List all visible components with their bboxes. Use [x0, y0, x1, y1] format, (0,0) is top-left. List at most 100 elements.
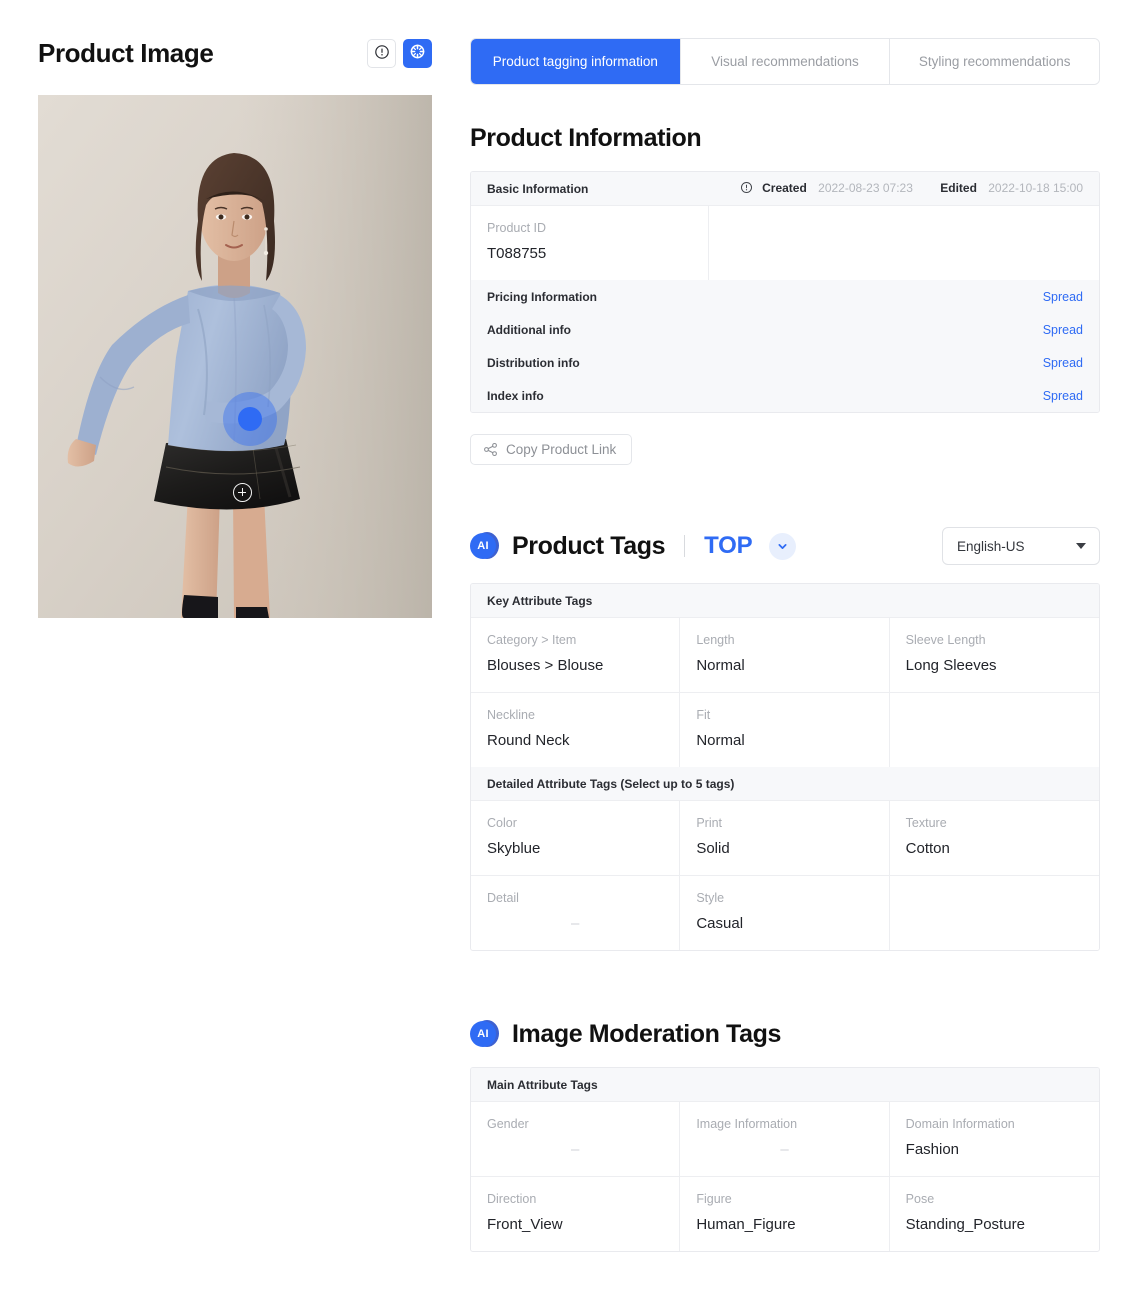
moderation-cell-direction[interactable]: Direction Front_View [471, 1176, 681, 1251]
language-select-wrapper: English-US [942, 527, 1100, 565]
pricing-information-band[interactable]: Pricing Information Spread [471, 280, 1099, 313]
copy-product-link-button[interactable]: Copy Product Link [470, 434, 633, 465]
tag-label: Sleeve Length [905, 633, 986, 647]
tag-cell-empty [889, 692, 1099, 767]
product-image-viewer[interactable] [38, 95, 432, 618]
ai-badge-label: AI [470, 532, 496, 559]
tag-label: Figure [696, 1192, 732, 1206]
tag-value: Cotton [905, 839, 950, 857]
language-select-value: English-US [957, 538, 1025, 554]
moderation-cell-pose[interactable]: Pose Standing_Posture [889, 1176, 1099, 1251]
tab-styling-recommendations[interactable]: Styling recommendations [890, 39, 1099, 84]
distribution-info-spread-link[interactable]: Spread [1043, 356, 1083, 370]
ai-badge-icon: AI [470, 1020, 499, 1049]
add-tag-point[interactable] [233, 483, 252, 502]
index-info-spread-link[interactable]: Spread [1043, 389, 1083, 403]
heading-divider [684, 535, 686, 557]
additional-info-spread-link[interactable]: Spread [1043, 323, 1083, 337]
tag-label: Fit [696, 708, 711, 722]
pricing-information-label: Pricing Information [487, 289, 598, 304]
additional-info-band[interactable]: Additional info Spread [471, 313, 1099, 346]
chevron-down-icon [776, 540, 789, 553]
basic-information-band: Basic Information Created 2022-08-23 07:… [471, 172, 1099, 205]
moderation-cell-domain-information[interactable]: Domain Information Fashion [889, 1101, 1099, 1176]
tag-value: Front_View [487, 1215, 563, 1233]
image-moderation-heading-row: AI Image Moderation Tags [470, 1020, 1100, 1049]
tag-cell-length[interactable]: Length Normal [680, 617, 890, 692]
distribution-info-band[interactable]: Distribution info Spread [471, 346, 1099, 379]
product-id-value: T088755 [487, 244, 547, 262]
created-label: Created [762, 180, 807, 195]
tag-label: Pose [905, 1192, 935, 1206]
key-attribute-tags-label: Key Attribute Tags [487, 593, 593, 608]
language-select[interactable]: English-US [942, 527, 1100, 565]
key-attribute-tags-band: Key Attribute Tags [471, 584, 1099, 617]
tag-value: Blouses > Blouse [487, 656, 604, 674]
top-toggle-button[interactable] [769, 532, 797, 560]
index-info-band[interactable]: Index info Spread [471, 379, 1099, 412]
tag-cell-sleeve-length[interactable]: Sleeve Length Long Sleeves [889, 617, 1099, 692]
pricing-information-spread-link[interactable]: Spread [1043, 290, 1083, 304]
product-id-label: Product ID [487, 221, 547, 235]
tag-cell-texture[interactable]: Texture Cotton [889, 800, 1099, 875]
tag-cell-category-item[interactable]: Category > Item Blouses > Blouse [471, 617, 681, 692]
tag-cell-neckline[interactable]: Neckline Round Neck [471, 692, 681, 767]
table-row: Neckline Round Neck Fit Normal [471, 692, 1099, 767]
caret-down-icon [1076, 543, 1086, 549]
tab-visual-recommendations[interactable]: Visual recommendations [680, 39, 891, 84]
product-tags-top-label: TOP [704, 532, 753, 559]
tag-label: Gender [487, 1117, 529, 1131]
product-image-panel: Product Image [38, 30, 432, 618]
tag-cell-print[interactable]: Print Solid [680, 800, 890, 875]
tag-label: Neckline [487, 708, 535, 722]
table-row: Product ID T088755 [471, 205, 1099, 280]
moderation-cell-image-information[interactable]: Image Information – [680, 1101, 890, 1176]
page-title: Product Image [38, 37, 214, 68]
tag-value: Solid [696, 839, 730, 857]
tag-value: Skyblue [487, 839, 541, 857]
product-information-heading: Product Information [470, 124, 702, 152]
main-attribute-tags-band: Main Attribute Tags [471, 1068, 1099, 1101]
created-value: 2022-08-23 07:23 [818, 180, 913, 195]
tag-value: Standing_Posture [905, 1215, 1025, 1233]
tag-label: Category > Item [487, 633, 577, 647]
tag-label: Direction [487, 1192, 537, 1206]
tag-cell-detail[interactable]: Detail – [471, 875, 681, 950]
tag-label: Style [696, 891, 725, 905]
info-circle-icon [740, 181, 753, 197]
tab-bar: Product tagging information Visual recom… [470, 38, 1100, 85]
basic-information-meta: Created 2022-08-23 07:23 Edited 2022-10-… [709, 172, 1099, 205]
moderation-cell-gender[interactable]: Gender – [471, 1101, 681, 1176]
tag-cell-color[interactable]: Color Skyblue [471, 800, 681, 875]
tag-value: Casual [696, 914, 744, 932]
empty-cell [709, 205, 1099, 280]
distribution-info-label: Distribution info [487, 355, 580, 370]
tag-value: Normal [696, 731, 745, 749]
ai-badge-label: AI [470, 1021, 496, 1047]
product-tags-heading-row: AI Product Tags TOP English-US [470, 527, 1100, 565]
table-row: Category > Item Blouses > Blouse Length … [471, 617, 1099, 692]
tag-value: Long Sleeves [905, 656, 997, 674]
product-id-cell[interactable]: Product ID T088755 [471, 205, 710, 280]
tag-point-button[interactable] [403, 38, 432, 68]
tag-cell-style[interactable]: Style Casual [680, 875, 890, 950]
alert-info-button[interactable] [367, 38, 396, 68]
tag-hotspot[interactable] [223, 392, 277, 446]
tag-cell-empty [889, 875, 1099, 950]
additional-info-label: Additional info [487, 322, 571, 337]
tag-value: – [570, 1140, 580, 1158]
tag-cell-fit[interactable]: Fit Normal [680, 692, 890, 767]
product-tags-table: Key Attribute Tags Category > Item Blous… [470, 583, 1100, 951]
crosshair-circle-icon [409, 43, 426, 63]
table-row: Direction Front_View Figure Human_Figure… [471, 1176, 1099, 1251]
table-row: Color Skyblue Print Solid Texture Cotton [471, 800, 1099, 875]
copy-product-link-label: Copy Product Link [506, 442, 617, 457]
tag-value: Human_Figure [696, 1215, 796, 1233]
table-row: Gender – Image Information – Domain Info… [471, 1101, 1099, 1176]
product-tags-heading: Product Tags [512, 531, 666, 560]
moderation-cell-figure[interactable]: Figure Human_Figure [680, 1176, 890, 1251]
tag-label: Color [487, 816, 517, 830]
ai-badge-icon: AI [470, 531, 499, 561]
tab-product-tagging-information[interactable]: Product tagging information [471, 39, 681, 84]
tag-label: Texture [905, 816, 947, 830]
